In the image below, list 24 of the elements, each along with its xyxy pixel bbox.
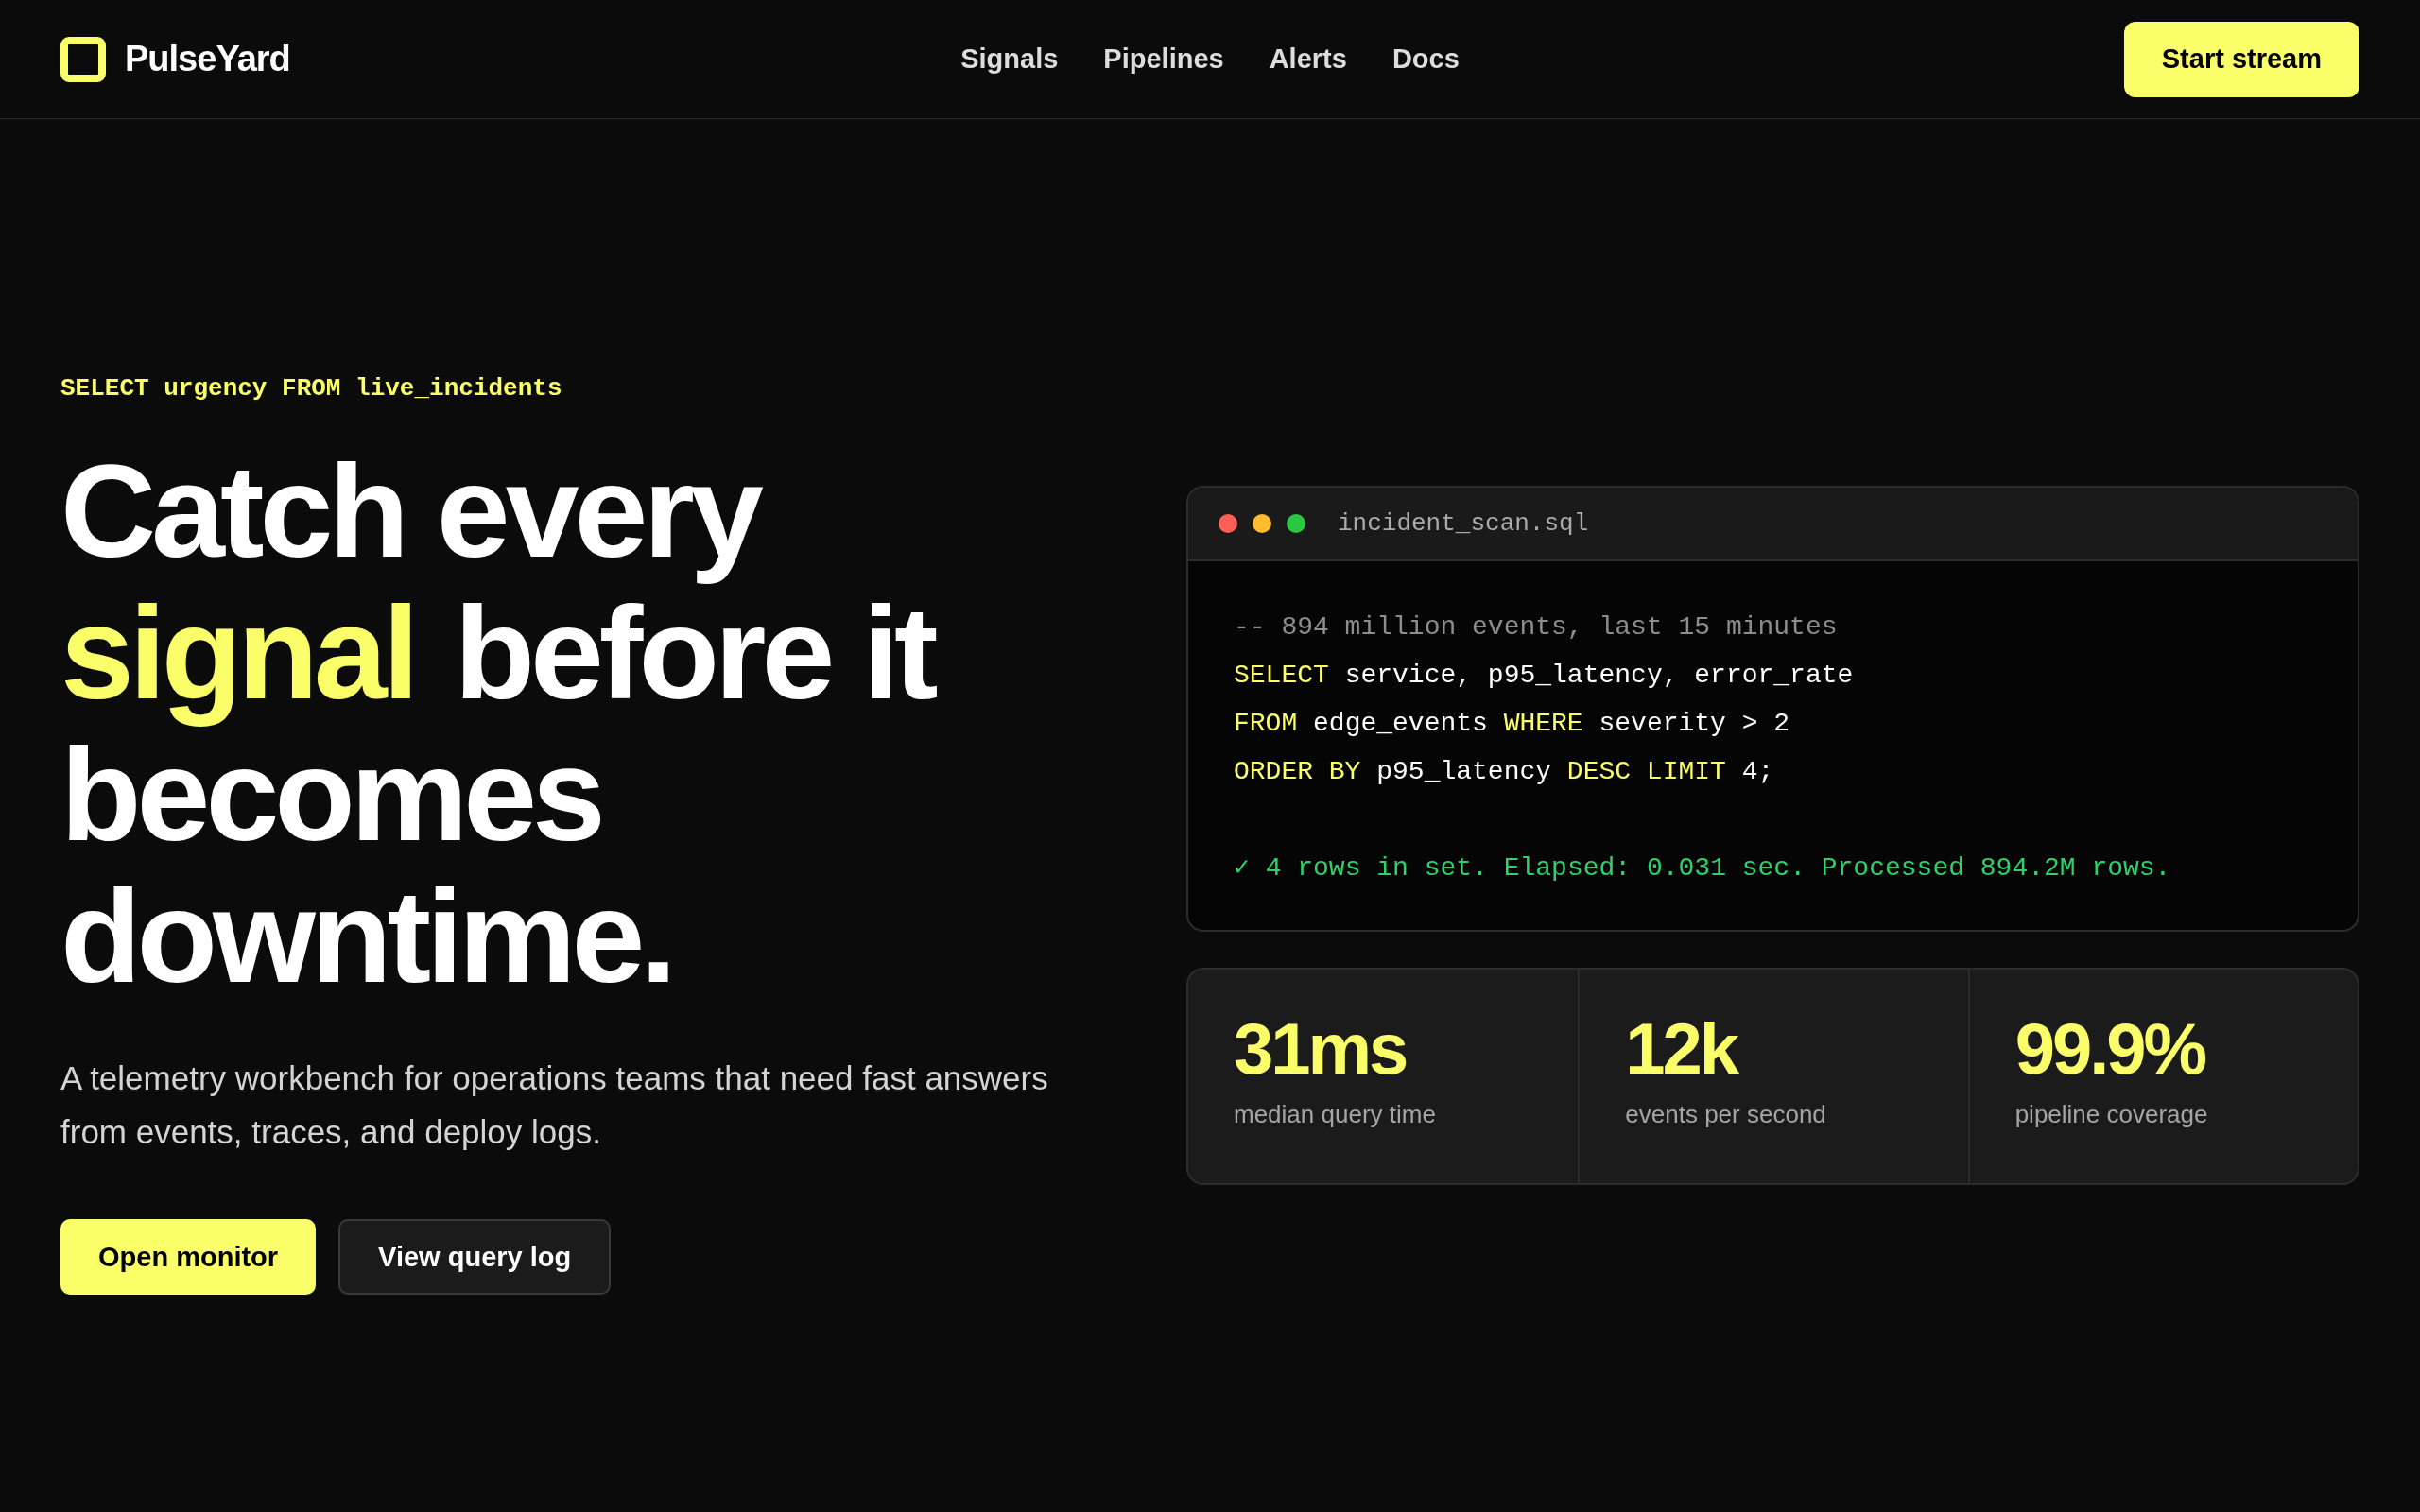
code-line: FROM edge_events WHERE severity > 2 bbox=[1234, 708, 1790, 740]
eyebrow-code: SELECT urgency FROM live_incidents bbox=[60, 374, 562, 403]
code-line: ORDER BY p95_latency DESC LIMIT 4; bbox=[1234, 756, 1774, 788]
stat-label: median query time bbox=[1234, 1100, 1436, 1129]
stat-value: 31ms bbox=[1234, 1011, 1407, 1087]
hero-lead: A telemetry workbench for operations teams that need fast answers from events, traces, and deploy logs. bbox=[60, 1058, 1049, 1152]
stat-label: events per second bbox=[1625, 1100, 1826, 1129]
stat-value: 99.9% bbox=[2014, 1011, 2205, 1087]
code-line: -- 894 million events, last 15 minutes bbox=[1234, 611, 1838, 644]
nav-link[interactable]: Pipelines bbox=[1103, 43, 1224, 75]
nav-link[interactable]: Alerts bbox=[1269, 43, 1347, 75]
file-name: incident_scan.sql bbox=[1338, 509, 1589, 538]
brand-name: PulseYard bbox=[125, 39, 290, 79]
logo-icon bbox=[60, 36, 106, 82]
code-line: SELECT service, p95_latency, error_rate bbox=[1234, 660, 1854, 692]
hero-headline: Catch every signal before it becomes downtime. bbox=[60, 440, 936, 1007]
start-stream-button[interactable]: Start stream bbox=[2123, 21, 2360, 97]
stat-value: 12k bbox=[1625, 1011, 1737, 1087]
open-monitor-button[interactable]: Open monitor bbox=[60, 1219, 317, 1295]
query-result: ✓ 4 rows in set. Elapsed: 0.031 sec. Processed 894.2M rows. bbox=[1234, 852, 2171, 885]
stat-label: pipeline coverage bbox=[2014, 1100, 2208, 1129]
nav-link[interactable]: Docs bbox=[1392, 43, 1460, 75]
nav-link[interactable]: Signals bbox=[960, 43, 1059, 75]
view-log-button[interactable]: View query log bbox=[338, 1219, 612, 1295]
